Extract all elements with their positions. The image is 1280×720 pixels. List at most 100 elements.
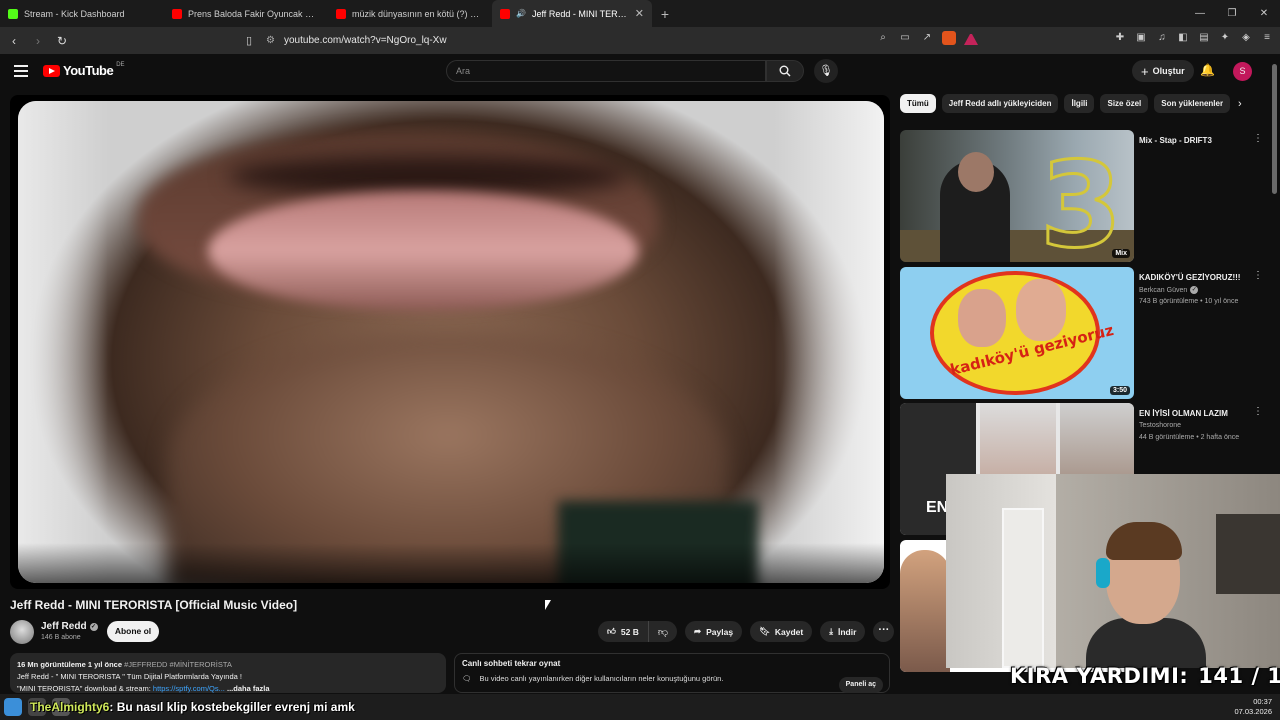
search-icon <box>779 65 791 77</box>
browser-tab-active[interactable]: 🔊 Jeff Redd - MINI TERORISTA [ ✕ <box>492 0 652 27</box>
recommendation-item[interactable]: 3 Mix Mix - Stap - DRIFT3 ⋮ <box>900 130 1265 262</box>
recommendation-title[interactable]: EN İYİSİ OLMAN LAZIM <box>1139 408 1254 419</box>
kebab-menu-icon[interactable]: ⋮ <box>1253 270 1263 281</box>
dislike-button[interactable]: 👎︎ <box>649 621 677 642</box>
channel-avatar[interactable] <box>10 620 34 644</box>
browser-tab-strip: Stream - Kick Dashboard Prens Baloda Fak… <box>0 0 1280 27</box>
save-button[interactable]: 🔖︎ Kaydet <box>750 621 813 642</box>
channel-text[interactable]: Testoshorone <box>1139 422 1181 429</box>
url-text[interactable]: youtube.com/watch?v=NgOro_lq-Xw <box>284 35 447 46</box>
share-button[interactable]: ➦ Paylaş <box>685 621 743 642</box>
thumbnail-three-shape: 3 <box>1038 135 1123 263</box>
recommendation-channel[interactable]: Berkcan Güven ✓ <box>1139 286 1199 294</box>
guide-menu-icon[interactable] <box>14 65 28 77</box>
browser-tab[interactable]: müzik dünyasının en kötü (?) adamı <box>328 0 492 27</box>
youtube-logo[interactable]: YouTube DE <box>43 62 125 78</box>
channel-name[interactable]: Jeff Redd ✓ <box>41 621 98 632</box>
kebab-menu-icon[interactable]: ⋮ <box>1253 406 1263 417</box>
close-window-icon[interactable]: ✕ <box>1248 0 1280 27</box>
reload-icon[interactable]: ↻ <box>52 34 72 48</box>
chip-related[interactable]: İlgili <box>1064 94 1095 113</box>
account-avatar[interactable]: S <box>1233 62 1252 81</box>
mix-badge: Mix <box>1112 249 1130 258</box>
bookmark-icon[interactable]: ▯ <box>246 34 266 47</box>
chip-from-uploader[interactable]: Jeff Redd adlı yükleyiciden <box>941 94 1059 113</box>
notifications-bell-icon[interactable]: 🔔 <box>1200 63 1215 77</box>
youtube-favicon-icon <box>336 8 346 19</box>
scrollbar[interactable] <box>1272 64 1277 194</box>
forward-icon[interactable]: › <box>28 34 48 48</box>
search-button[interactable] <box>766 60 804 82</box>
mouse-cursor-icon <box>545 600 551 610</box>
chip-recent[interactable]: Son yüklenenler <box>1154 94 1231 113</box>
recommendation-item[interactable]: kadıköy'ü geziyoruz 3:50 KADIKÖY'Ü GEZİY… <box>900 267 1265 399</box>
channel-name-text[interactable]: Jeff Redd <box>41 621 87 632</box>
leo-ai-icon[interactable]: ✦ <box>1218 31 1232 45</box>
recommendation-channel[interactable]: Testoshorone <box>1139 422 1181 429</box>
close-tab-icon[interactable]: ✕ <box>635 7 644 20</box>
voice-search-icon[interactable]: 🎙 <box>814 59 838 83</box>
chevron-right-icon[interactable]: › <box>1238 98 1242 110</box>
brave-rewards-icon[interactable] <box>964 31 978 45</box>
webcam-shelf <box>1216 514 1280 594</box>
wallet2-icon[interactable]: ▤ <box>1197 31 1211 45</box>
recommendation-title[interactable]: KADIKÖY'Ü GEZİYORUZ!!! <box>1139 272 1254 283</box>
extensions-icon[interactable]: ✚ <box>1113 31 1127 45</box>
subscriber-count: 146 B abone <box>41 634 81 641</box>
create-button[interactable]: + Oluştur <box>1132 60 1194 82</box>
minimize-icon[interactable]: — <box>1184 0 1216 27</box>
show-more-button[interactable]: ...daha fazla <box>227 684 270 693</box>
video-thumbnail[interactable]: kadıköy'ü geziyoruz 3:50 <box>900 267 1134 399</box>
kebab-menu-icon[interactable]: ⋮ <box>1253 133 1263 144</box>
video-player[interactable] <box>10 95 890 589</box>
tab-title: Prens Baloda Fakir Oyuncak Bebeğe <box>188 8 320 19</box>
start-icon[interactable] <box>4 698 22 716</box>
cast-icon[interactable]: ▭ <box>898 31 912 45</box>
subscribe-button[interactable]: Abone ol <box>107 621 159 642</box>
channel-text[interactable]: Berkcan Güven <box>1139 287 1187 294</box>
wallet-icon[interactable]: ▣ <box>1134 31 1148 45</box>
restore-icon[interactable]: ❐ <box>1216 0 1248 27</box>
streamer <box>1086 518 1206 668</box>
browser-tab[interactable]: Stream - Kick Dashboard <box>0 0 164 27</box>
duration-badge: 3:50 <box>1109 386 1130 395</box>
video-title: Jeff Redd - MINI TERORISTA [Official Mus… <box>10 598 298 612</box>
chip-all[interactable]: Tümü <box>900 94 936 113</box>
filter-chips: Tümü Jeff Redd adlı yükleyiciden İlgili … <box>900 94 1231 113</box>
chip-for-you[interactable]: Size özel <box>1100 94 1149 113</box>
share-icon[interactable]: ↗ <box>920 31 934 45</box>
video-frame-vignette-right <box>774 101 884 583</box>
description-box[interactable]: 16 Mn görüntüleme 1 yıl önce #JEFFREDD #… <box>10 653 446 693</box>
address-bar[interactable]: ▯ ⚙ youtube.com/watch?v=NgOro_lq-Xw <box>246 30 986 51</box>
recommendation-meta: 44 B görüntüleme • 2 hafta önce <box>1139 434 1240 441</box>
rent-label: KIRA YARDIMI: <box>1010 664 1189 688</box>
browser-tab[interactable]: Prens Baloda Fakir Oyuncak Bebeğe <box>164 0 328 27</box>
video-frame-vignette-left <box>18 101 108 583</box>
tab-title: Stream - Kick Dashboard <box>24 8 125 19</box>
back-icon[interactable]: ‹ <box>4 34 24 48</box>
search-input[interactable]: Ara <box>446 60 766 82</box>
zoom-icon[interactable]: ⌕ <box>876 31 890 45</box>
music-icon[interactable]: ♫ <box>1155 31 1169 45</box>
recommendation-title[interactable]: Mix - Stap - DRIFT3 <box>1139 135 1254 146</box>
vpn-icon[interactable]: ◈ <box>1239 31 1253 45</box>
download-button[interactable]: ⤓ İndir <box>820 621 866 642</box>
video-thumbnail[interactable]: 3 Mix <box>900 130 1134 262</box>
menu-icon[interactable]: ≡ <box>1260 31 1274 45</box>
video-frame <box>18 101 884 583</box>
new-tab-button[interactable]: + <box>652 6 678 22</box>
chat-text: Bu nasıl klip kostebekgiller evrenj mi a… <box>116 700 355 714</box>
view-stats: 16 Mn görüntüleme 1 yıl önce <box>17 660 123 669</box>
chat-replay-text: Bu video canlı yayınlanırken diğer kulla… <box>479 674 724 683</box>
youtube-header: YouTube DE Ara 🎙 + Oluştur 🔔 S <box>0 54 1280 90</box>
system-clock[interactable]: 00:37 07.03.2026 <box>1234 697 1272 717</box>
like-button[interactable]: 👍︎ 52 B <box>598 621 649 642</box>
brave-shields-icon[interactable] <box>942 31 956 45</box>
description-link[interactable]: https://sptfy.com/Qs... <box>153 684 225 693</box>
more-actions-icon[interactable]: ··· <box>873 621 895 642</box>
sidebar-icon[interactable]: ◧ <box>1176 31 1190 45</box>
audio-playing-icon[interactable]: 🔊 <box>516 9 526 18</box>
open-panel-button[interactable]: Paneli aç <box>838 677 883 693</box>
hashtags[interactable]: #JEFFREDD #MİNİTERORİSTA <box>124 660 232 669</box>
site-info-icon[interactable]: ⚙ <box>266 35 284 46</box>
